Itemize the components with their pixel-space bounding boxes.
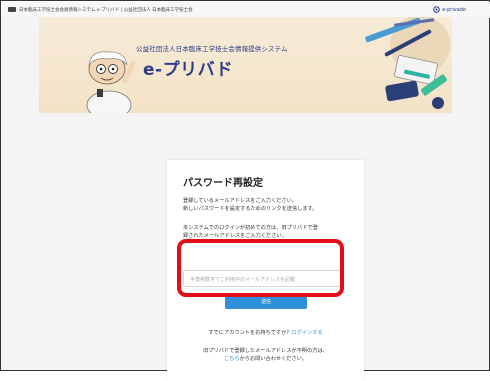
have-account-label: すでにアカウントをお持ちですか？ (208, 330, 292, 336)
brand-logo[interactable]: e-privado (433, 6, 466, 13)
unknown-email-text: 旧プリバドで登録したメールアドレスが不明の方は、 こちらからお問い合わせください… (167, 347, 364, 363)
stationery-decoration-icon (365, 17, 450, 109)
page-title: パスワード再設定 (183, 178, 263, 189)
login-link[interactable]: ログインする (291, 330, 322, 336)
first-login-note: 本システムでのログインが初めての方は、旧プリバドで登 録されたメールアドレスをご… (183, 224, 353, 240)
red-highlight-annotation (177, 239, 344, 297)
contact-suffix: からお問い合わせください。 (239, 356, 308, 362)
have-account-text: すでにアカウントをお持ちですか？ログインする (167, 329, 364, 336)
banner-title: e-プリバド (143, 60, 234, 80)
intro-line-1: 登録しているメールアドレスをご入力ください。 (183, 198, 297, 204)
send-button[interactable]: 送信 (225, 296, 307, 309)
intro-line-2: 新しいパスワードを設定するためのリンクを送信します。 (183, 206, 318, 213)
mascot-illustration-icon (86, 51, 136, 113)
brand-name: e-privado (442, 6, 466, 13)
intro-text: 登録しているメールアドレスをご入力ください。 新しいパスワードを設定するためのリ… (183, 197, 353, 213)
brand-icon (433, 6, 441, 13)
breadcrumb[interactable]: 日本臨床工学技士会会員情報システム e-プリバド | 公益社団法人 日本臨床工学… (19, 7, 433, 13)
contact-link[interactable]: こちら (224, 356, 240, 362)
header-banner: 公益社団法人日本臨床工学技士会情報提供システム e-プリバド (39, 17, 452, 113)
banner-subtitle: 公益社団法人日本臨床工学技士会情報提供システム (136, 45, 288, 53)
browser-top-bar: 日本臨床工学技士会会員情報システム e-プリバド | 公益社団法人 日本臨床工学… (2, 2, 490, 18)
site-logo-icon (8, 7, 16, 12)
unknown-email-label: 旧プリバドで登録したメールアドレスが不明の方は、 (203, 348, 328, 354)
note-line-1: 本システムでのログインが初めての方は、旧プリバドで登 (183, 225, 318, 231)
page-body: 公益社団法人日本臨床工学技士会情報提供システム e-プリバド パスワード再設定 … (1, 17, 489, 381)
